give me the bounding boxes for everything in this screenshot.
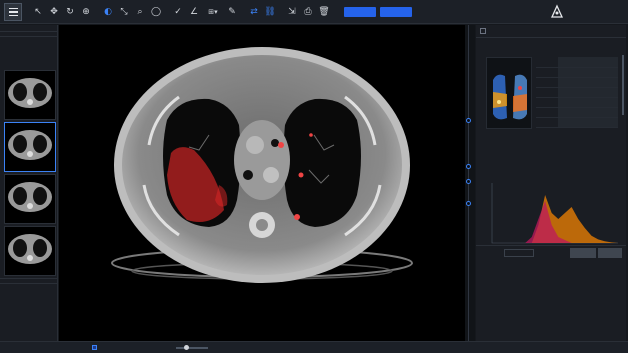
series-description[interactable] — [0, 31, 57, 37]
stats-value — [558, 117, 618, 128]
export-icon[interactable]: ⇲ — [284, 6, 300, 18]
density-legend — [480, 149, 622, 169]
thumbnail-image — [8, 78, 52, 108]
primary-action-button[interactable] — [344, 7, 376, 17]
stats-key — [536, 107, 558, 118]
stats-scrollbar[interactable] — [622, 55, 624, 115]
zoom-icon[interactable]: ⊕ — [78, 6, 94, 18]
analysis-header — [476, 25, 626, 38]
secondary-action-button[interactable] — [380, 7, 412, 17]
stats-key — [536, 77, 558, 88]
delete-icon[interactable]: 🗑 — [316, 6, 332, 18]
stats-key — [536, 57, 558, 68]
series-thumbnail[interactable] — [4, 174, 56, 224]
density-header — [480, 137, 622, 145]
window-level-icon[interactable]: ◐ — [100, 6, 116, 18]
panel-splitter[interactable] — [465, 25, 475, 341]
legend-item[interactable] — [537, 149, 565, 169]
check-icon[interactable]: ✓ — [170, 6, 186, 18]
stats-value — [558, 67, 618, 78]
series-thumbnail[interactable] — [4, 226, 56, 276]
analysis-panel — [476, 25, 626, 341]
legend-item[interactable] — [565, 149, 593, 169]
status-bar — [0, 341, 628, 353]
thickness-slider[interactable] — [176, 347, 208, 349]
top-toolbar: ↖ ✥ ↻ ⊕ ◐ ⤡ ⌕ ◯ ✓ ∠ ⊞▾ ✎ ⇄ ⛓ ⇲ ⎙ 🗑 — [0, 0, 628, 24]
angle-icon[interactable]: ∠ — [186, 6, 202, 18]
stats-value — [558, 87, 618, 98]
rotate-icon[interactable]: ↻ — [62, 6, 78, 18]
pointer-icon[interactable]: ↖ — [30, 6, 46, 18]
link-icon[interactable]: ⛓ — [262, 6, 278, 18]
stats-key — [536, 97, 558, 108]
stats-key — [536, 87, 558, 98]
collapse-toggle-icon[interactable] — [480, 28, 486, 34]
legend-item[interactable] — [480, 149, 508, 169]
ellipse-roi-icon[interactable]: ◯ — [148, 6, 164, 18]
thumbnail-image — [8, 234, 52, 264]
report-generate-button[interactable] — [570, 248, 596, 258]
hamburger-menu-icon[interactable] — [4, 3, 22, 21]
magnify-icon[interactable]: ⌕ — [132, 6, 148, 18]
stats-value — [558, 77, 618, 88]
stats-row — [536, 117, 618, 128]
tool-group: ↖ ✥ ↻ ⊕ ◐ ⤡ ⌕ ◯ ✓ ∠ ⊞▾ ✎ ⇄ ⛓ ⇲ ⎙ 🗑 — [30, 6, 332, 18]
ct-slice-image — [111, 47, 413, 283]
thumbnail-image — [8, 182, 52, 212]
stats-row — [536, 107, 618, 118]
splitter-handle[interactable] — [466, 201, 471, 206]
splitter-handle[interactable] — [466, 179, 471, 184]
splitter-handle[interactable] — [466, 164, 471, 169]
stats-row — [536, 97, 618, 108]
layout-dropdown-icon[interactable]: ⊞▾ — [202, 6, 224, 18]
series-panel — [0, 25, 58, 341]
thumbnail-image — [8, 130, 52, 160]
ct-viewer[interactable] — [59, 25, 465, 341]
stats-row — [536, 57, 618, 68]
stats-value — [558, 57, 618, 68]
stats-row — [536, 77, 618, 88]
stats-value — [558, 97, 618, 108]
lung-lobe-figure — [486, 57, 532, 129]
stats-value — [558, 107, 618, 118]
legend-item[interactable] — [594, 149, 622, 169]
lung-lobe-diagram — [493, 74, 527, 120]
report-template-select[interactable] — [504, 249, 534, 257]
screenshot-icon[interactable]: ⎙ — [300, 6, 316, 18]
stats-row — [536, 87, 618, 98]
series-thumbnail[interactable] — [4, 70, 56, 120]
sync-icon[interactable]: ⇄ — [246, 6, 262, 18]
splitter-handle[interactable] — [466, 118, 471, 123]
pan-icon[interactable]: ✥ — [46, 6, 62, 18]
series-description-2[interactable] — [0, 278, 57, 284]
sync-checkbox[interactable] — [92, 345, 97, 350]
series-thumbnail[interactable] — [4, 122, 56, 172]
lobe-stats-table — [536, 57, 618, 128]
stats-key — [536, 117, 558, 128]
brand-logo-icon — [550, 4, 564, 18]
legend-item[interactable] — [508, 149, 536, 169]
measure-icon[interactable]: ⤡ — [116, 6, 132, 18]
report-copy-button[interactable] — [598, 248, 622, 258]
stats-key — [536, 67, 558, 78]
slider-knob[interactable] — [184, 345, 189, 350]
report-toolbar — [476, 245, 626, 259]
stats-row — [536, 67, 618, 78]
pen-icon[interactable]: ✎ — [224, 6, 240, 18]
